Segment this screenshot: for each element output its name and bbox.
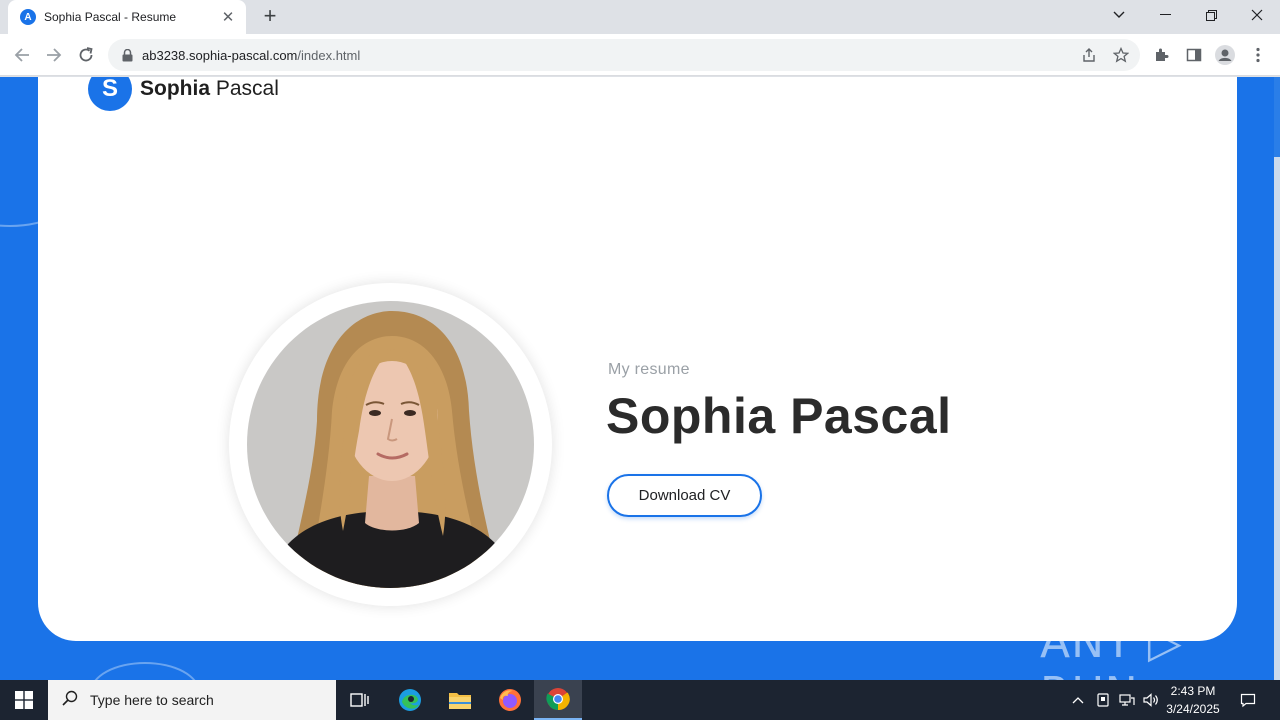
search-icon [62, 690, 78, 711]
lock-icon[interactable] [120, 48, 134, 62]
address-bar[interactable]: ab3238.sophia-pascal.com/index.html [108, 39, 1140, 71]
profile-avatar-icon[interactable] [1215, 45, 1235, 65]
windows-taskbar: Type here to search 2:43 PM 3/24/2025 [0, 680, 1280, 720]
taskbar-search[interactable]: Type here to search [48, 680, 336, 720]
tab-strip: A Sophia Pascal - Resume ✕ + [0, 0, 1280, 34]
share-icon[interactable] [1080, 46, 1098, 64]
logo-last-name: Pascal [210, 77, 279, 100]
chrome-icon[interactable] [534, 680, 582, 720]
tray-device-icon[interactable] [1093, 680, 1113, 720]
extensions-icon[interactable] [1152, 45, 1172, 65]
page-scrollbar[interactable] [1274, 77, 1280, 680]
file-explorer-icon[interactable] [436, 680, 484, 720]
firefox-icon[interactable] [486, 680, 534, 720]
back-icon[interactable] [10, 43, 34, 67]
profile-photo-frame [229, 283, 552, 606]
menu-kebab-icon[interactable] [1248, 45, 1268, 65]
clock-time: 2:43 PM [1170, 684, 1216, 698]
clock-date: 3/24/2025 [1166, 702, 1220, 716]
profile-photo [247, 301, 534, 588]
new-tab-button[interactable]: + [258, 5, 282, 29]
restore-button[interactable] [1188, 0, 1234, 30]
notifications-icon[interactable] [1236, 680, 1260, 720]
tray-chevron-up-icon[interactable] [1068, 680, 1088, 720]
site-logo[interactable]: S Sophia Pascal [88, 77, 279, 111]
browser-tab[interactable]: A Sophia Pascal - Resume ✕ [8, 0, 246, 34]
hero-subtitle: My resume [608, 361, 690, 378]
side-panel-icon[interactable] [1184, 45, 1204, 65]
download-cv-button[interactable]: Download CV [607, 474, 762, 517]
task-view-icon[interactable] [336, 680, 384, 720]
url-domain: ab3238.sophia-pascal.com [142, 47, 298, 63]
hero-card: S Sophia Pascal My resume Sophia Pascal … [38, 77, 1237, 641]
minimize-button[interactable] [1142, 0, 1188, 30]
logo-first-name: Sophia [140, 77, 211, 100]
scrollbar-thumb[interactable] [1274, 157, 1280, 680]
tab-search-icon[interactable] [1096, 0, 1142, 30]
forward-icon[interactable] [42, 43, 66, 67]
search-placeholder: Type here to search [90, 692, 214, 708]
url-path: /index.html [297, 47, 361, 63]
watermark-logo: ANY ▷ RUN [1040, 617, 1183, 680]
volume-icon[interactable] [1141, 680, 1161, 720]
close-window-button[interactable] [1234, 0, 1280, 30]
logo-mark-icon: S [88, 77, 132, 111]
edge-icon[interactable] [386, 680, 434, 720]
reload-icon[interactable] [74, 43, 98, 67]
network-icon[interactable] [1117, 680, 1137, 720]
taskbar-clock[interactable]: 2:43 PM 3/24/2025 [1162, 682, 1224, 718]
tab-favicon-icon: A [20, 9, 36, 25]
hero-name: Sophia Pascal [606, 388, 952, 444]
tab-close-icon[interactable]: ✕ [220, 8, 236, 26]
bookmark-star-icon[interactable] [1112, 46, 1130, 64]
logo-text: Sophia Pascal [140, 77, 279, 101]
browser-toolbar: ab3238.sophia-pascal.com/index.html [0, 34, 1280, 76]
windows-start-icon[interactable] [0, 680, 48, 720]
tab-title: Sophia Pascal - Resume [44, 10, 177, 24]
page-viewport: S Sophia Pascal My resume Sophia Pascal … [0, 77, 1280, 680]
url-text: ab3238.sophia-pascal.com/index.html [142, 48, 360, 63]
background-decoration [90, 662, 200, 680]
